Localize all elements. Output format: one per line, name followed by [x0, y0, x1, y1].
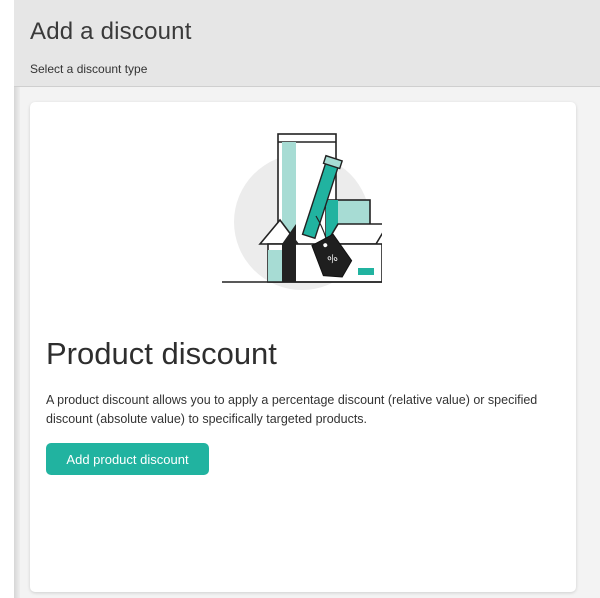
page-header: Add a discount Select a discount type — [14, 0, 600, 87]
left-gutter — [0, 0, 14, 598]
card-title: Product discount — [46, 336, 277, 371]
card-description: A product discount allows you to apply a… — [46, 393, 538, 426]
box-label — [358, 268, 374, 275]
discount-type-card: % Product discount A product discount al… — [30, 102, 576, 592]
add-product-discount-button[interactable]: Add product discount — [46, 443, 209, 475]
page: Add a discount Select a discount type % … — [0, 0, 600, 598]
discount-boxes-illustration: % — [222, 133, 382, 290]
page-title: Add a discount — [30, 18, 192, 45]
page-subtitle: Select a discount type — [30, 62, 148, 76]
